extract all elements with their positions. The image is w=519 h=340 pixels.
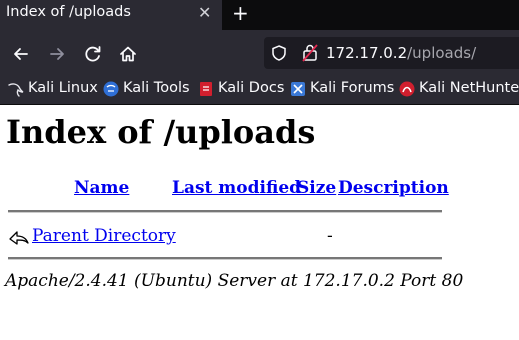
url-path: /uploads/ (407, 44, 477, 62)
column-header-description[interactable]: Description (338, 178, 449, 198)
forward-icon[interactable] (46, 43, 68, 65)
page-content: Index of /uploads Name Last modified Siz… (0, 105, 519, 340)
table-divider-top (8, 210, 442, 213)
bookmark-label: Kali NetHunter (419, 80, 519, 96)
url-bar[interactable]: 172.17.0.2/uploads/ (264, 37, 519, 69)
server-signature: Apache/2.4.41 (Ubuntu) Server at 172.17.… (5, 271, 464, 291)
back-icon[interactable] (10, 43, 32, 65)
navigation-toolbar: 172.17.0.2/uploads/ (0, 30, 519, 76)
home-icon[interactable] (117, 43, 139, 65)
close-tab-icon[interactable]: ✕ (198, 3, 211, 22)
page-title: Index of /uploads (6, 113, 316, 151)
back-arrow-icon (9, 231, 29, 245)
column-header-last-modified[interactable]: Last modified (172, 178, 301, 198)
kali-docs-icon (200, 82, 212, 96)
bookmarks-toolbar: Kali Linux Kali Tools Kali Docs Kali For… (0, 76, 519, 105)
tab-title: Index of /uploads (6, 4, 131, 20)
column-header-name[interactable]: Name (74, 178, 129, 198)
bookmark-label: Kali Tools (123, 80, 190, 96)
kali-tools-icon (103, 81, 119, 97)
tab-strip: Index of /uploads ✕ + (0, 0, 519, 30)
bookmark-label: Kali Forums (310, 80, 395, 96)
parent-directory-link[interactable]: Parent Directory (32, 226, 176, 246)
table-divider-bottom (8, 257, 442, 260)
url-text[interactable]: 172.17.0.2/uploads/ (326, 44, 476, 62)
column-header-size[interactable]: Size (297, 178, 336, 198)
kali-forums-icon (291, 82, 305, 96)
bookmark-label: Kali Linux (28, 80, 98, 96)
active-tab[interactable]: Index of /uploads ✕ (0, 0, 222, 30)
kali-dragon-icon (8, 83, 24, 97)
tracking-shield-icon[interactable] (270, 44, 288, 62)
bookmark-label: Kali Docs (218, 80, 285, 96)
reload-icon[interactable] (82, 43, 104, 65)
new-tab-button[interactable]: + (232, 1, 249, 25)
url-host: 172.17.0.2 (326, 44, 408, 62)
size-cell: - (327, 226, 333, 246)
insecure-lock-icon[interactable] (301, 43, 319, 63)
kali-nethunter-icon (399, 81, 415, 97)
